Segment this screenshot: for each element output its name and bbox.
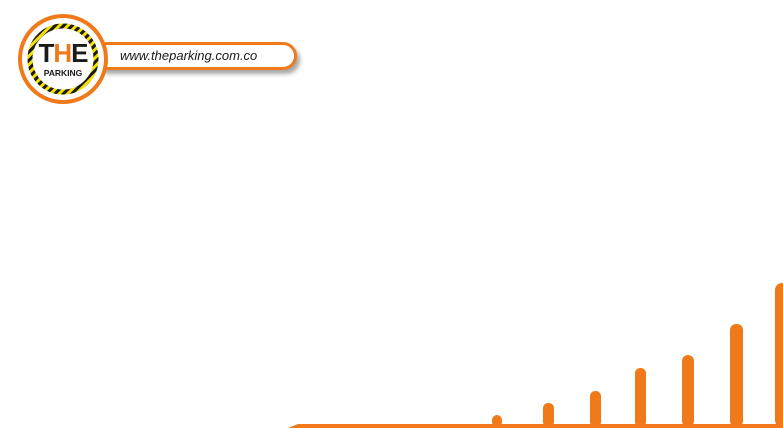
- graphic-bars: [492, 283, 783, 427]
- orange-rising-bars-graphic: [288, 283, 783, 428]
- graphic-bar-1: [492, 415, 502, 427]
- graphic-bar-2: [543, 403, 554, 427]
- graphic-bar-5: [682, 355, 694, 427]
- graphic-bar-6: [730, 324, 743, 427]
- graphic-baseline: [288, 424, 783, 428]
- graphic-bar-3: [590, 391, 601, 427]
- graphic-bar-7: [775, 283, 783, 427]
- graphic-bar-4: [635, 368, 646, 427]
